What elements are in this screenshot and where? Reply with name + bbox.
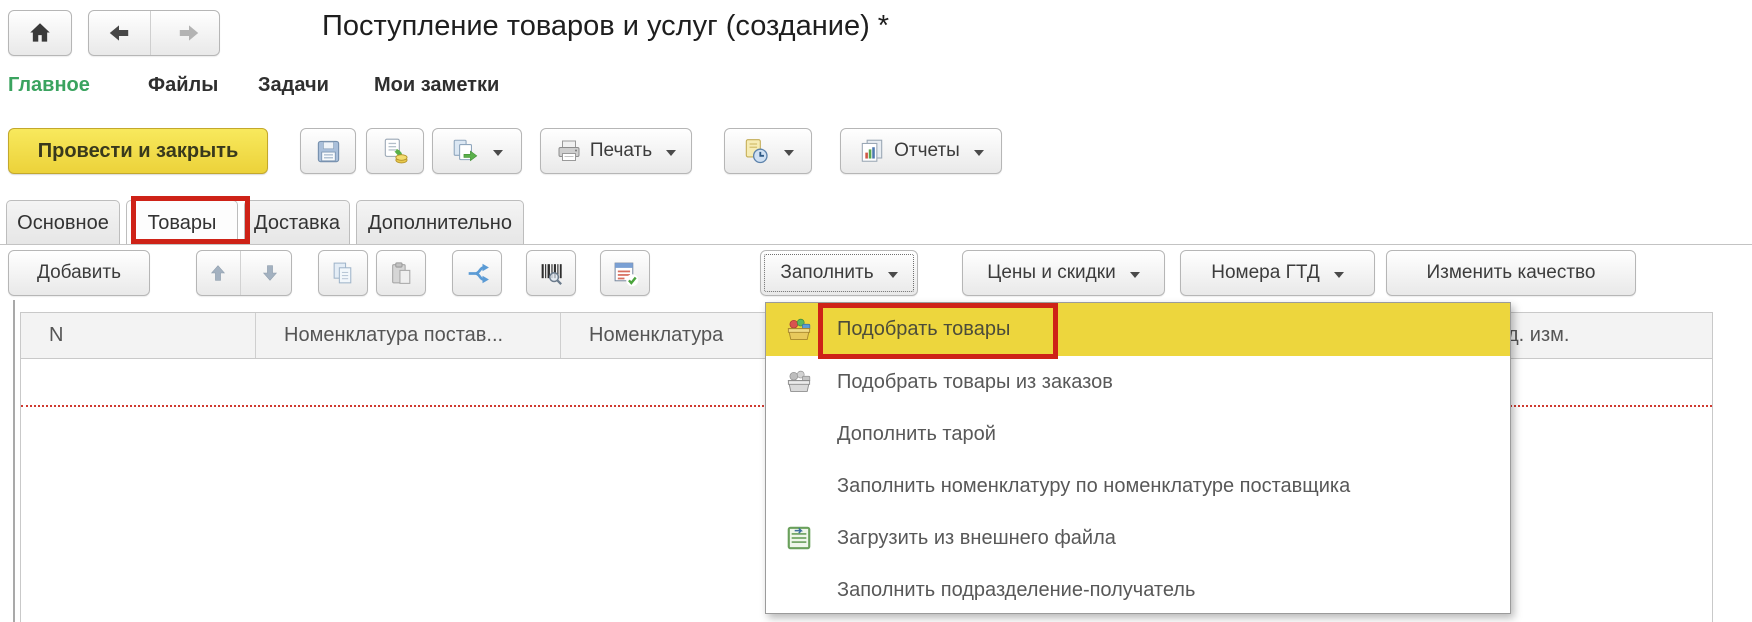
barcode-scan-button[interactable] bbox=[526, 250, 576, 296]
nav-section-glavnoe[interactable]: Главное bbox=[8, 74, 90, 97]
change-quality-label: Изменить качество bbox=[1427, 262, 1596, 284]
fill-table-button[interactable] bbox=[600, 250, 650, 296]
reports-label: Отчеты bbox=[894, 140, 960, 162]
print-button[interactable]: Печать bbox=[540, 128, 692, 174]
home-button[interactable] bbox=[8, 10, 72, 56]
tab-label: Основное bbox=[17, 212, 109, 235]
create-based-on-button[interactable] bbox=[432, 128, 522, 174]
column-header-ed-izm[interactable]: д. изм. bbox=[1499, 313, 1706, 358]
document-history-button[interactable] bbox=[724, 128, 812, 174]
select-goods-color-icon bbox=[784, 315, 814, 345]
column-header-nomenklatura-postavshchika[interactable]: Номенклатура постав... bbox=[256, 313, 561, 358]
panel-left-border bbox=[13, 300, 15, 622]
add-row-button[interactable]: Добавить bbox=[8, 250, 150, 296]
chevron-down-icon bbox=[1130, 272, 1140, 283]
tab-osnovnoe[interactable]: Основное bbox=[6, 200, 120, 245]
prices-discounts-label: Цены и скидки bbox=[987, 262, 1115, 284]
document-history-icon bbox=[742, 137, 770, 165]
menu-item-zapolnit-podrazdelenie[interactable]: Заполнить подразделение-получатель bbox=[766, 564, 1510, 616]
menu-item-label: Заполнить номенклатуру по номенклатуре п… bbox=[837, 475, 1350, 498]
post-document-button[interactable] bbox=[366, 128, 424, 174]
menu-item-podobrat-tovary-iz-zakazov[interactable]: Подобрать товары из заказов bbox=[766, 356, 1510, 408]
nav-section-faily[interactable]: Файлы bbox=[148, 74, 218, 97]
tab-label: Дополнительно bbox=[368, 212, 512, 235]
tab-dostavka[interactable]: Доставка bbox=[244, 200, 350, 245]
menu-item-label: Загрузить из внешнего файла bbox=[837, 527, 1116, 550]
reports-chart-icon bbox=[858, 137, 886, 165]
change-quality-button[interactable]: Изменить качество bbox=[1386, 250, 1636, 296]
chevron-down-icon bbox=[888, 272, 898, 283]
nav-section-moi-zametki[interactable]: Мои заметки bbox=[374, 74, 499, 97]
gtd-numbers-button[interactable]: Номера ГТД bbox=[1180, 250, 1375, 296]
chevron-down-icon bbox=[784, 150, 794, 161]
fill-table-icon bbox=[612, 260, 639, 287]
split-rows-icon bbox=[464, 260, 491, 287]
add-row-label: Добавить bbox=[37, 262, 121, 284]
move-row-group bbox=[196, 250, 292, 296]
forward-icon[interactable] bbox=[159, 11, 220, 55]
menu-item-zapolnit-nomenklaturu[interactable]: Заполнить номенклатуру по номенклатуре п… bbox=[766, 460, 1510, 512]
post-document-icon bbox=[381, 137, 409, 165]
home-icon bbox=[27, 20, 53, 46]
annotation-box-podobrat-tovary bbox=[818, 303, 1058, 359]
external-file-icon bbox=[784, 523, 814, 553]
menu-item-dopolnit-taroy[interactable]: Дополнить тарой bbox=[766, 408, 1510, 460]
chevron-down-icon bbox=[666, 150, 676, 161]
menu-item-label: Заполнить подразделение-получатель bbox=[837, 579, 1195, 602]
nav-section-zadachi[interactable]: Задачи bbox=[258, 74, 329, 97]
chevron-down-icon bbox=[1334, 272, 1344, 283]
printer-icon bbox=[556, 138, 582, 164]
column-header-n[interactable]: N bbox=[21, 313, 256, 358]
menu-item-label: Подобрать товары из заказов bbox=[837, 371, 1113, 394]
menu-item-zagruzit-iz-vneshnego-fayla[interactable]: Загрузить из внешнего файла bbox=[766, 512, 1510, 564]
select-goods-gray-icon bbox=[784, 367, 814, 397]
print-label: Печать bbox=[590, 140, 652, 162]
copy-row-button[interactable] bbox=[318, 250, 368, 296]
annotation-box-tovary-tab bbox=[131, 196, 250, 244]
fill-label: Заполнить bbox=[780, 262, 873, 284]
reports-button[interactable]: Отчеты bbox=[840, 128, 1002, 174]
save-icon bbox=[315, 138, 342, 165]
move-up-icon[interactable] bbox=[197, 251, 241, 295]
split-rows-button[interactable] bbox=[452, 250, 502, 296]
paste-icon bbox=[388, 260, 415, 287]
post-and-close-button[interactable]: Провести и закрыть bbox=[8, 128, 268, 174]
create-based-on-icon bbox=[451, 137, 479, 165]
prices-discounts-button[interactable]: Цены и скидки bbox=[962, 250, 1165, 296]
paste-row-button[interactable] bbox=[376, 250, 426, 296]
page-title: Поступление товаров и услуг (создание) * bbox=[322, 10, 889, 43]
tab-dopolnitelno[interactable]: Дополнительно bbox=[356, 200, 524, 245]
barcode-scan-icon bbox=[538, 260, 565, 287]
copy-icon bbox=[330, 260, 357, 287]
chevron-down-icon bbox=[974, 150, 984, 161]
receipt-document-window: Поступление товаров и услуг (создание) *… bbox=[0, 0, 1752, 622]
back-icon[interactable] bbox=[89, 11, 151, 55]
tabs-baseline bbox=[0, 244, 1752, 245]
history-nav-group bbox=[88, 10, 220, 56]
move-down-icon[interactable] bbox=[249, 251, 292, 295]
menu-item-label: Дополнить тарой bbox=[837, 423, 996, 446]
tab-label: Доставка bbox=[254, 212, 340, 235]
gtd-numbers-label: Номера ГТД bbox=[1211, 262, 1319, 284]
fill-menu-button[interactable]: Заполнить bbox=[760, 250, 918, 296]
save-button[interactable] bbox=[300, 128, 356, 174]
chevron-down-icon bbox=[493, 150, 503, 161]
